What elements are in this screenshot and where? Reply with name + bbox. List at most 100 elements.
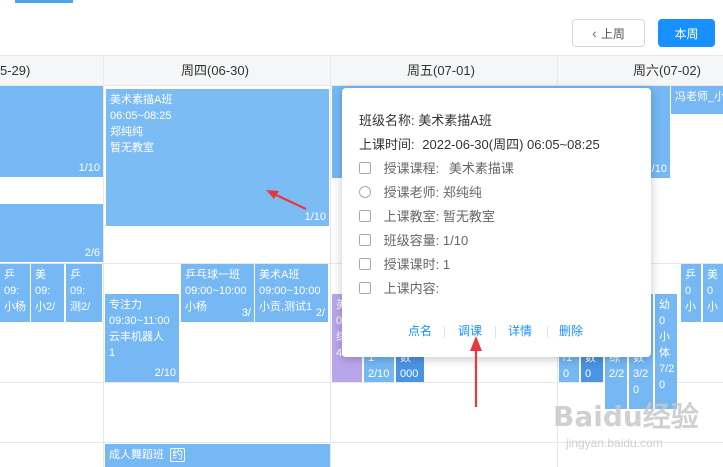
schedule-card[interactable]: 乒乓球一班 09:00~10:00 小杨 3/ xyxy=(181,264,254,322)
card-line: 2/2 xyxy=(609,368,625,380)
annotation-arrow-icon xyxy=(470,336,482,407)
card-line: 0 xyxy=(707,285,714,297)
card-line: 乒乓球一班 xyxy=(185,269,240,281)
card-line: 000 xyxy=(400,368,419,380)
delete-button[interactable]: 删除 xyxy=(559,322,583,339)
card-line: 小杨 xyxy=(185,301,207,313)
card-line: 小 xyxy=(685,301,696,313)
schedule-card[interactable]: 幼 0 小 体 7/2 0 xyxy=(655,294,677,409)
grid-divider xyxy=(103,55,104,467)
card-line: 0 xyxy=(659,379,666,391)
teacher-icon xyxy=(359,186,371,198)
card-line: 云丰机器人 xyxy=(109,331,164,343)
popup-label: 班级名称: xyxy=(359,113,415,128)
course-icon xyxy=(359,162,371,174)
card-line: 美术A班 xyxy=(259,269,300,281)
card-line: 0 xyxy=(585,368,592,380)
popup-capacity: 1/10 xyxy=(442,233,469,248)
schedule-card[interactable]: 1/10 xyxy=(0,86,103,177)
card-count: 3/ xyxy=(241,307,251,319)
card-line: 成人舞蹈班 xyxy=(109,449,164,461)
card-line: 小2/ xyxy=(35,301,56,313)
grid-divider xyxy=(330,55,331,467)
popup-class-name: 美术素描A班 xyxy=(418,113,492,128)
popup-label: 授课课时: xyxy=(383,257,440,272)
card-line: 09: xyxy=(35,285,51,297)
document-icon xyxy=(359,282,371,294)
class-detail-popup: 班级名称: 美术素描A班 上课时间: 2022-06-30(周四) 06:05~… xyxy=(342,88,651,357)
schedule-card[interactable]: 2/6 xyxy=(0,204,103,262)
prev-week-label: 上周 xyxy=(600,26,625,41)
top-accent-bar xyxy=(15,0,73,3)
card-line: 幼 xyxy=(659,299,670,311)
card-line: 2/10 xyxy=(368,368,390,380)
card-line: 09:30~11:00 xyxy=(109,315,170,327)
card-line: 小 xyxy=(707,301,718,313)
popup-time: 2022-06-30(周四) 06:05~08:25 xyxy=(422,137,600,152)
col-head-thursday: 周四(06-30) xyxy=(181,63,249,78)
card-line: 乒 xyxy=(4,269,15,281)
popup-hours: 1 xyxy=(442,257,451,272)
popup-label: 授课老师: xyxy=(383,185,440,200)
popup-capacity-row: 班级容量: 1/10 xyxy=(359,230,468,249)
annotation-arrow-icon xyxy=(266,190,307,210)
popup-label: 授课课程: xyxy=(383,161,440,176)
current-week-label: 本周 xyxy=(674,26,699,41)
popup-teacher-row: 授课老师: 郑纯纯 xyxy=(359,182,482,201)
schedule-card[interactable]: 乒 09: 测2/ xyxy=(66,264,102,322)
card-line: 乒 xyxy=(685,269,696,281)
schedule-card[interactable]: 美 09: 小2/ xyxy=(31,264,64,322)
card-line: 0 xyxy=(659,315,666,327)
home-icon xyxy=(359,210,371,222)
card-count: /10 xyxy=(651,163,667,175)
card-line: 专注力 xyxy=(109,299,142,311)
card-line: 小杨 xyxy=(4,301,26,313)
card-room: 暂无教室 xyxy=(110,142,154,154)
card-count: 2/10 xyxy=(154,367,176,379)
schedule-card[interactable]: 成人舞蹈班 约 xyxy=(105,444,330,467)
col-head-saturday: 周六(07-02) xyxy=(633,63,701,78)
card-line: 09: xyxy=(4,285,20,297)
popup-room: 暂无教室 xyxy=(442,209,495,224)
popup-teacher: 郑纯纯 xyxy=(442,185,482,200)
popup-course: 美术素描课 xyxy=(448,161,514,176)
card-line: 7/2 xyxy=(659,363,675,375)
card-line: 1 xyxy=(109,347,116,359)
schedule-card[interactable]: 乒 0 小 xyxy=(681,264,701,322)
col-head-friday: 周五(07-01) xyxy=(407,63,475,78)
card-class-name: 美术素描A班 xyxy=(110,94,173,106)
schedule-card[interactable]: 美 0 小 xyxy=(703,264,723,322)
card-line: 美 xyxy=(35,269,46,281)
card-line: 3/2 xyxy=(633,368,649,380)
card-time: 06:05~08:25 xyxy=(110,110,172,122)
card-line: 美 xyxy=(707,269,718,281)
popup-label: 班级容量: xyxy=(383,233,440,248)
card-teacher: 郑纯纯 xyxy=(110,126,143,138)
popup-course-row: 授课课程: 美术素描课 xyxy=(359,158,514,177)
schedule-card[interactable]: 专注力 09:30~11:00 云丰机器人 1 2/10 xyxy=(105,294,179,382)
week-header-row: 5-29) 周四(06-30) 周五(07-01) 周六(07-02) xyxy=(0,55,723,86)
card-line: 09:00~10:00 xyxy=(259,285,321,297)
rollcall-button[interactable]: 点名 xyxy=(408,322,432,339)
popup-label: 上课时间: xyxy=(359,137,415,152)
card-line: 小贡,测试1 xyxy=(259,301,313,313)
action-separator xyxy=(444,326,445,338)
card-line: 0 xyxy=(685,285,692,297)
chevron-left-icon: ‹ xyxy=(592,25,597,41)
card-line: 09:00~10:00 xyxy=(185,285,247,297)
detail-button[interactable]: 详情 xyxy=(508,322,532,339)
card-line: 测2/ xyxy=(70,301,91,313)
schedule-card[interactable]: 冯老师_小 xyxy=(671,86,723,114)
card-line: 09: xyxy=(70,285,86,297)
clock-icon xyxy=(359,258,371,270)
current-week-button[interactable]: 本周 xyxy=(658,19,715,47)
popup-time-row: 上课时间: 2022-06-30(周四) 06:05~08:25 xyxy=(359,134,600,153)
popup-label: 上课教室: xyxy=(383,209,440,224)
card-line: 体 xyxy=(659,347,670,359)
schedule-card[interactable]: 乒 09: 小杨 xyxy=(0,264,30,322)
card-line: 乒 xyxy=(70,269,81,281)
reservation-badge: 约 xyxy=(170,448,186,462)
schedule-card[interactable]: 美术A班 09:00~10:00 小贡,测试1 2/ xyxy=(255,264,328,322)
prev-week-button[interactable]: ‹ 上周 xyxy=(572,19,645,47)
popup-label: 上课内容: xyxy=(383,281,440,296)
